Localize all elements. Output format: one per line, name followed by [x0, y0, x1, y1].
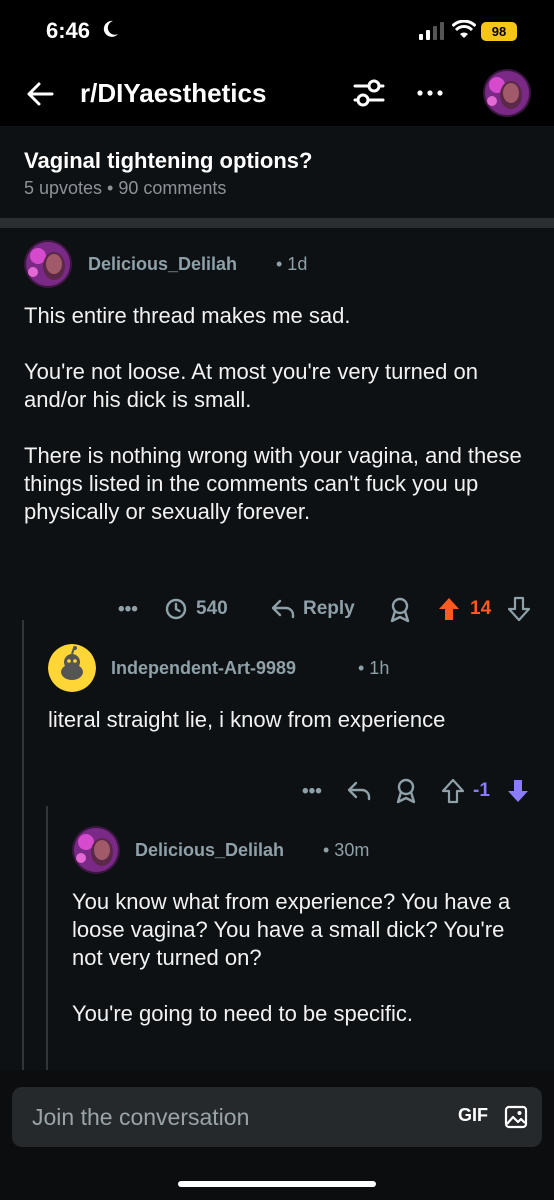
- filter-icon[interactable]: [352, 76, 386, 110]
- gif-button[interactable]: GIF: [458, 1105, 488, 1126]
- section-divider: [0, 218, 554, 228]
- comment-author[interactable]: Delicious_Delilah: [88, 254, 237, 275]
- downvote-filled-icon[interactable]: [506, 778, 530, 804]
- top-nav-bar: r/DIYaesthetics: [0, 62, 554, 126]
- moon-icon: [103, 20, 118, 37]
- home-indicator[interactable]: [178, 1181, 376, 1187]
- downvote-icon[interactable]: [507, 596, 531, 622]
- views-icon: [165, 598, 187, 620]
- comment-thread: Delicious_Delilah • 1d This entire threa…: [0, 228, 554, 1070]
- back-arrow-icon[interactable]: [24, 78, 56, 110]
- reply-button[interactable]: Reply: [303, 598, 355, 620]
- vote-score: 14: [470, 598, 492, 619]
- comment-input[interactable]: [32, 1103, 432, 1131]
- comment-time: • 30m: [323, 840, 370, 860]
- image-icon[interactable]: [504, 1105, 528, 1129]
- battery-indicator: 98: [481, 22, 517, 41]
- thread-line[interactable]: [22, 620, 24, 1070]
- cellular-signal-icon: [419, 22, 444, 40]
- status-time: 6:46: [46, 18, 91, 43]
- user-avatar[interactable]: [483, 69, 531, 117]
- comment-composer[interactable]: GIF: [12, 1087, 542, 1147]
- award-icon[interactable]: [388, 597, 412, 623]
- thread-line[interactable]: [46, 806, 48, 1070]
- reply-icon[interactable]: [346, 779, 372, 803]
- commenter-avatar[interactable]: [24, 240, 72, 288]
- post-header[interactable]: Vaginal tightening options? 5 upvotes • …: [0, 126, 554, 218]
- bottom-composer-bar: GIF: [0, 1070, 554, 1200]
- wifi-icon: [452, 20, 476, 38]
- comment-body: You know what from experience? You have …: [72, 889, 511, 1026]
- upvote-filled-icon[interactable]: [437, 596, 461, 622]
- reply-icon[interactable]: [270, 597, 296, 621]
- upvote-icon[interactable]: [441, 778, 465, 804]
- more-options-button[interactable]: •••: [118, 599, 138, 621]
- post-title: Vaginal tightening options?: [24, 148, 313, 173]
- post-meta: 5 upvotes • 90 comments: [24, 178, 227, 198]
- comment-author[interactable]: Delicious_Delilah: [135, 840, 284, 861]
- comment-body: This entire thread makes me sad. You're …: [24, 303, 522, 524]
- vote-score: -1: [473, 780, 490, 801]
- comment-body: literal straight lie, i know from experi…: [48, 707, 446, 732]
- award-icon[interactable]: [394, 778, 418, 804]
- comment-author[interactable]: Independent-Art-9989: [111, 658, 296, 679]
- commenter-avatar[interactable]: [72, 826, 120, 874]
- more-options-icon[interactable]: [414, 78, 446, 108]
- comment-time: • 1d: [276, 254, 308, 274]
- views-count: 540: [196, 598, 228, 619]
- comment-time: • 1h: [358, 658, 390, 678]
- commenter-avatar[interactable]: [48, 644, 96, 692]
- status-bar: 6:46 98: [0, 0, 554, 62]
- more-options-button[interactable]: •••: [302, 781, 322, 803]
- subreddit-name[interactable]: r/DIYaesthetics: [80, 78, 266, 109]
